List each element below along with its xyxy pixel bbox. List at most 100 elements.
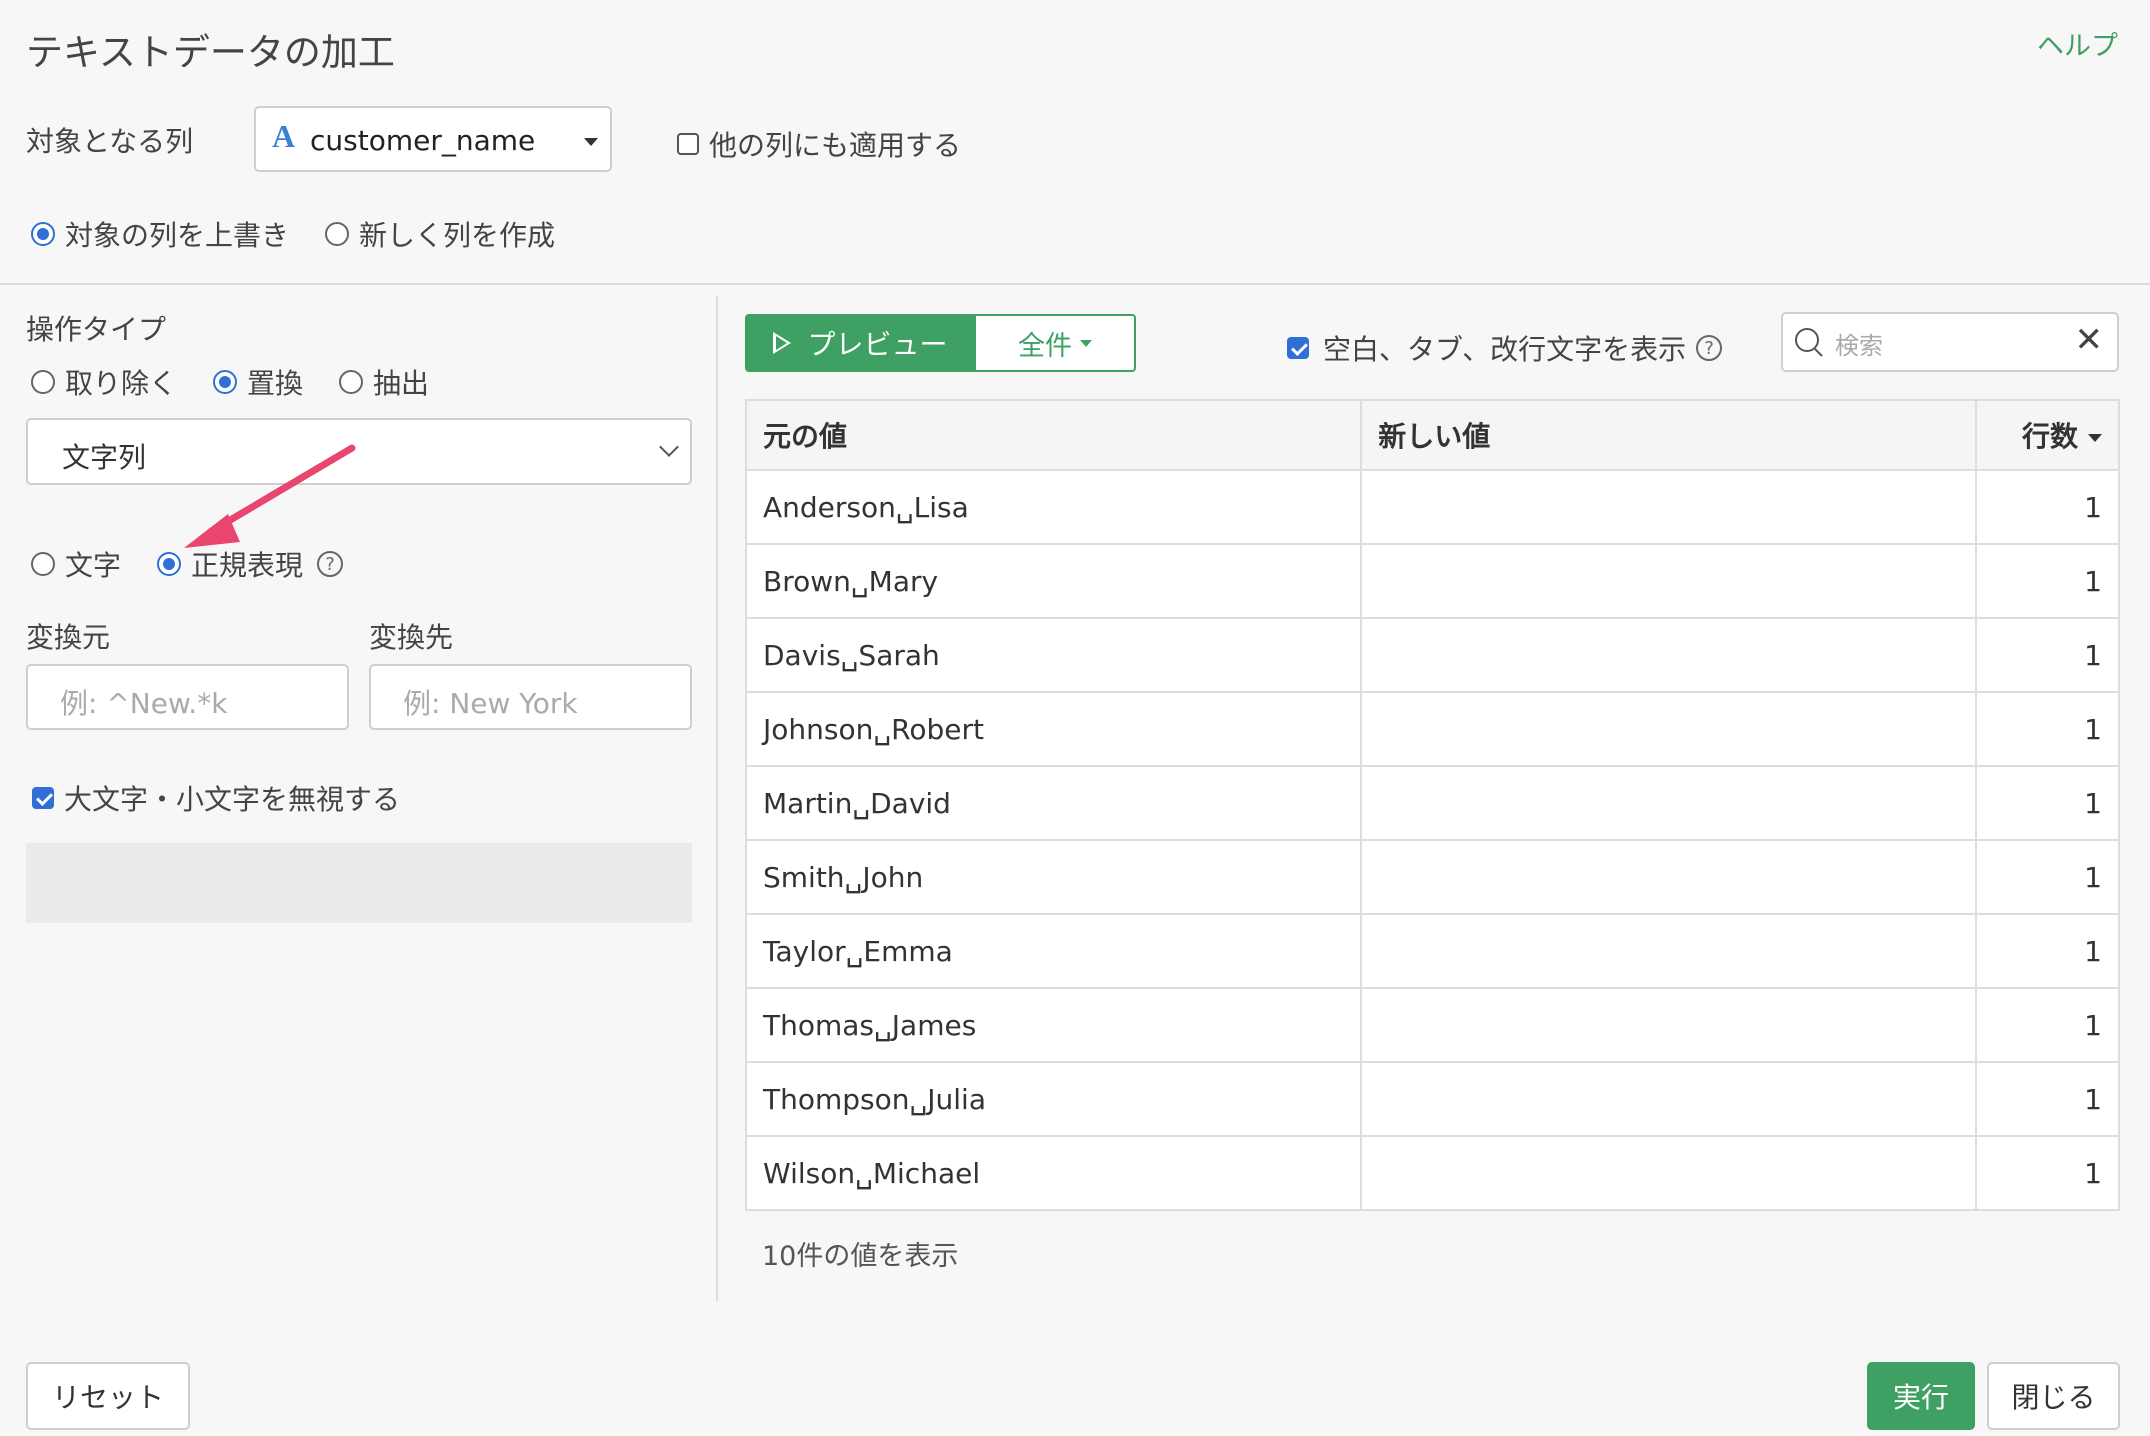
- radio-replace[interactable]: [213, 370, 238, 394]
- cell-count: 1: [1975, 839, 2120, 915]
- radio-remove[interactable]: [31, 370, 55, 394]
- match-character[interactable]: 文字: [31, 544, 121, 584]
- output-mode-new-column[interactable]: 新しく列を作成: [325, 214, 555, 254]
- help-link[interactable]: ヘルプ: [2037, 24, 2118, 63]
- table-row[interactable]: Johnson␣Robert 1: [744, 691, 2120, 767]
- apply-other-columns-label: 他の列にも適用する: [709, 129, 962, 162]
- to-label: 変換先: [369, 621, 454, 654]
- preview-table: 元の値 新しい値 行数 Anderson␣Lisa 1 Brown␣Mary 1 D…: [744, 399, 2120, 1211]
- operation-remove-label: 取り除く: [65, 367, 178, 400]
- cell-new: [1360, 913, 1978, 989]
- target-column-label: 対象となる列: [26, 125, 194, 158]
- table-row[interactable]: Anderson␣Lisa 1: [744, 469, 2120, 545]
- table-row[interactable]: Brown␣Mary 1: [744, 543, 2120, 619]
- cell-new: [1360, 839, 1978, 915]
- show-whitespace[interactable]: 空白、タブ、改行文字を表示 ?: [1287, 328, 1723, 368]
- run-button[interactable]: 実行: [1867, 1362, 1975, 1430]
- radio-overwrite[interactable]: [31, 222, 55, 246]
- cell-new: [1360, 1061, 1978, 1137]
- section-divider: [0, 283, 2150, 285]
- cell-count: 1: [1975, 1135, 2120, 1211]
- target-column-select[interactable]: A customer_name: [254, 106, 612, 172]
- cell-original: Anderson␣Lisa: [744, 469, 1363, 545]
- from-label: 変換元: [26, 621, 111, 654]
- cell-new: [1360, 691, 1978, 767]
- cell-new: [1360, 543, 1978, 619]
- cell-count: 1: [1975, 1061, 2120, 1137]
- search-box[interactable]: 検索 ✕: [1781, 312, 2119, 372]
- operation-extract-label: 抽出: [373, 367, 430, 400]
- ignore-case-label: 大文字・小文字を無視する: [64, 783, 401, 816]
- apply-other-columns-checkbox[interactable]: [677, 133, 699, 155]
- reset-button[interactable]: リセット: [26, 1362, 190, 1430]
- operation-extract[interactable]: 抽出: [339, 362, 429, 402]
- to-input[interactable]: 例: New York: [369, 664, 692, 730]
- all-rows-dropdown[interactable]: 全件: [976, 314, 1136, 372]
- radio-character[interactable]: [31, 552, 55, 576]
- close-button[interactable]: 閉じる: [1987, 1362, 2120, 1430]
- cell-count: 1: [1975, 765, 2120, 841]
- cell-count: 1: [1975, 987, 2120, 1063]
- table-row[interactable]: Martin␣David 1: [744, 765, 2120, 841]
- subtype-value: 文字列: [62, 441, 147, 474]
- caret-down-icon: [2088, 434, 2102, 442]
- caret-down-icon: [1080, 339, 1092, 347]
- operation-remove[interactable]: 取り除く: [31, 362, 177, 402]
- operation-replace-label: 置換: [247, 367, 304, 400]
- cell-original: Martin␣David: [744, 765, 1363, 841]
- radio-extract[interactable]: [339, 370, 364, 394]
- cell-original: Taylor␣Emma: [744, 913, 1363, 989]
- cell-original: Davis␣Sarah: [744, 617, 1363, 693]
- table-row[interactable]: Thompson␣Julia 1: [744, 1061, 2120, 1137]
- show-whitespace-checkbox[interactable]: [1287, 337, 1309, 359]
- cell-count: 1: [1975, 543, 2120, 619]
- cell-count: 1: [1975, 617, 2120, 693]
- caret-down-icon: [584, 138, 598, 146]
- preview-button[interactable]: プレビュー: [745, 314, 976, 372]
- output-mode-overwrite[interactable]: 対象の列を上書き: [31, 214, 289, 254]
- cell-original: Wilson␣Michael: [744, 1135, 1363, 1211]
- operation-type-group: 取り除く 置換 抽出: [31, 362, 465, 402]
- cell-count: 1: [1975, 469, 2120, 545]
- operation-type-label: 操作タイプ: [26, 313, 167, 346]
- all-rows-label: 全件: [1018, 330, 1072, 362]
- output-mode-overwrite-label: 対象の列を上書き: [65, 219, 290, 252]
- dialog-title: テキストデータの加工: [26, 31, 395, 74]
- header-new-value[interactable]: 新しい値: [1360, 399, 1978, 471]
- table-row[interactable]: Smith␣John 1: [744, 839, 2120, 915]
- apply-other-columns[interactable]: 他の列にも適用する: [677, 124, 961, 164]
- cell-new: [1360, 987, 1978, 1063]
- row-count-summary: 10件の値を表示: [762, 1241, 959, 1272]
- preview-button-label: プレビュー: [807, 328, 948, 361]
- ignore-case-checkbox[interactable]: [32, 787, 54, 809]
- table-header-row: 元の値 新しい値 行数: [744, 399, 2120, 471]
- cell-new: [1360, 617, 1978, 693]
- close-icon[interactable]: ✕: [2075, 320, 2104, 360]
- search-icon: [1795, 328, 1819, 352]
- string-type-icon: A: [272, 118, 296, 154]
- cell-count: 1: [1975, 913, 2120, 989]
- cell-new: [1360, 765, 1978, 841]
- header-row-count-label: 行数: [2021, 420, 2078, 453]
- cell-original: Thompson␣Julia: [744, 1061, 1363, 1137]
- search-input[interactable]: 検索: [1835, 326, 1883, 361]
- header-row-count[interactable]: 行数: [1975, 399, 2120, 471]
- target-column-value: customer_name: [310, 124, 536, 157]
- question-icon[interactable]: ?: [1696, 335, 1723, 361]
- match-character-label: 文字: [65, 549, 122, 582]
- radio-new-column[interactable]: [325, 222, 350, 246]
- cell-original: Brown␣Mary: [744, 543, 1363, 619]
- chevron-down-icon: [659, 437, 679, 457]
- cell-new: [1360, 469, 1978, 545]
- header-original-value[interactable]: 元の値: [744, 399, 1363, 471]
- from-input[interactable]: 例: ^New.*k: [26, 664, 349, 730]
- operation-replace[interactable]: 置換: [213, 362, 303, 402]
- play-icon: [773, 332, 792, 354]
- table-row[interactable]: Thomas␣James 1: [744, 987, 2120, 1063]
- preview-button-group: プレビュー 全件: [745, 314, 1136, 372]
- table-row[interactable]: Davis␣Sarah 1: [744, 617, 2120, 693]
- table-row[interactable]: Wilson␣Michael 1: [744, 1135, 2120, 1211]
- output-mode-group: 対象の列を上書き 新しく列を作成: [31, 214, 591, 254]
- table-row[interactable]: Taylor␣Emma 1: [744, 913, 2120, 989]
- ignore-case[interactable]: 大文字・小文字を無視する: [32, 778, 400, 818]
